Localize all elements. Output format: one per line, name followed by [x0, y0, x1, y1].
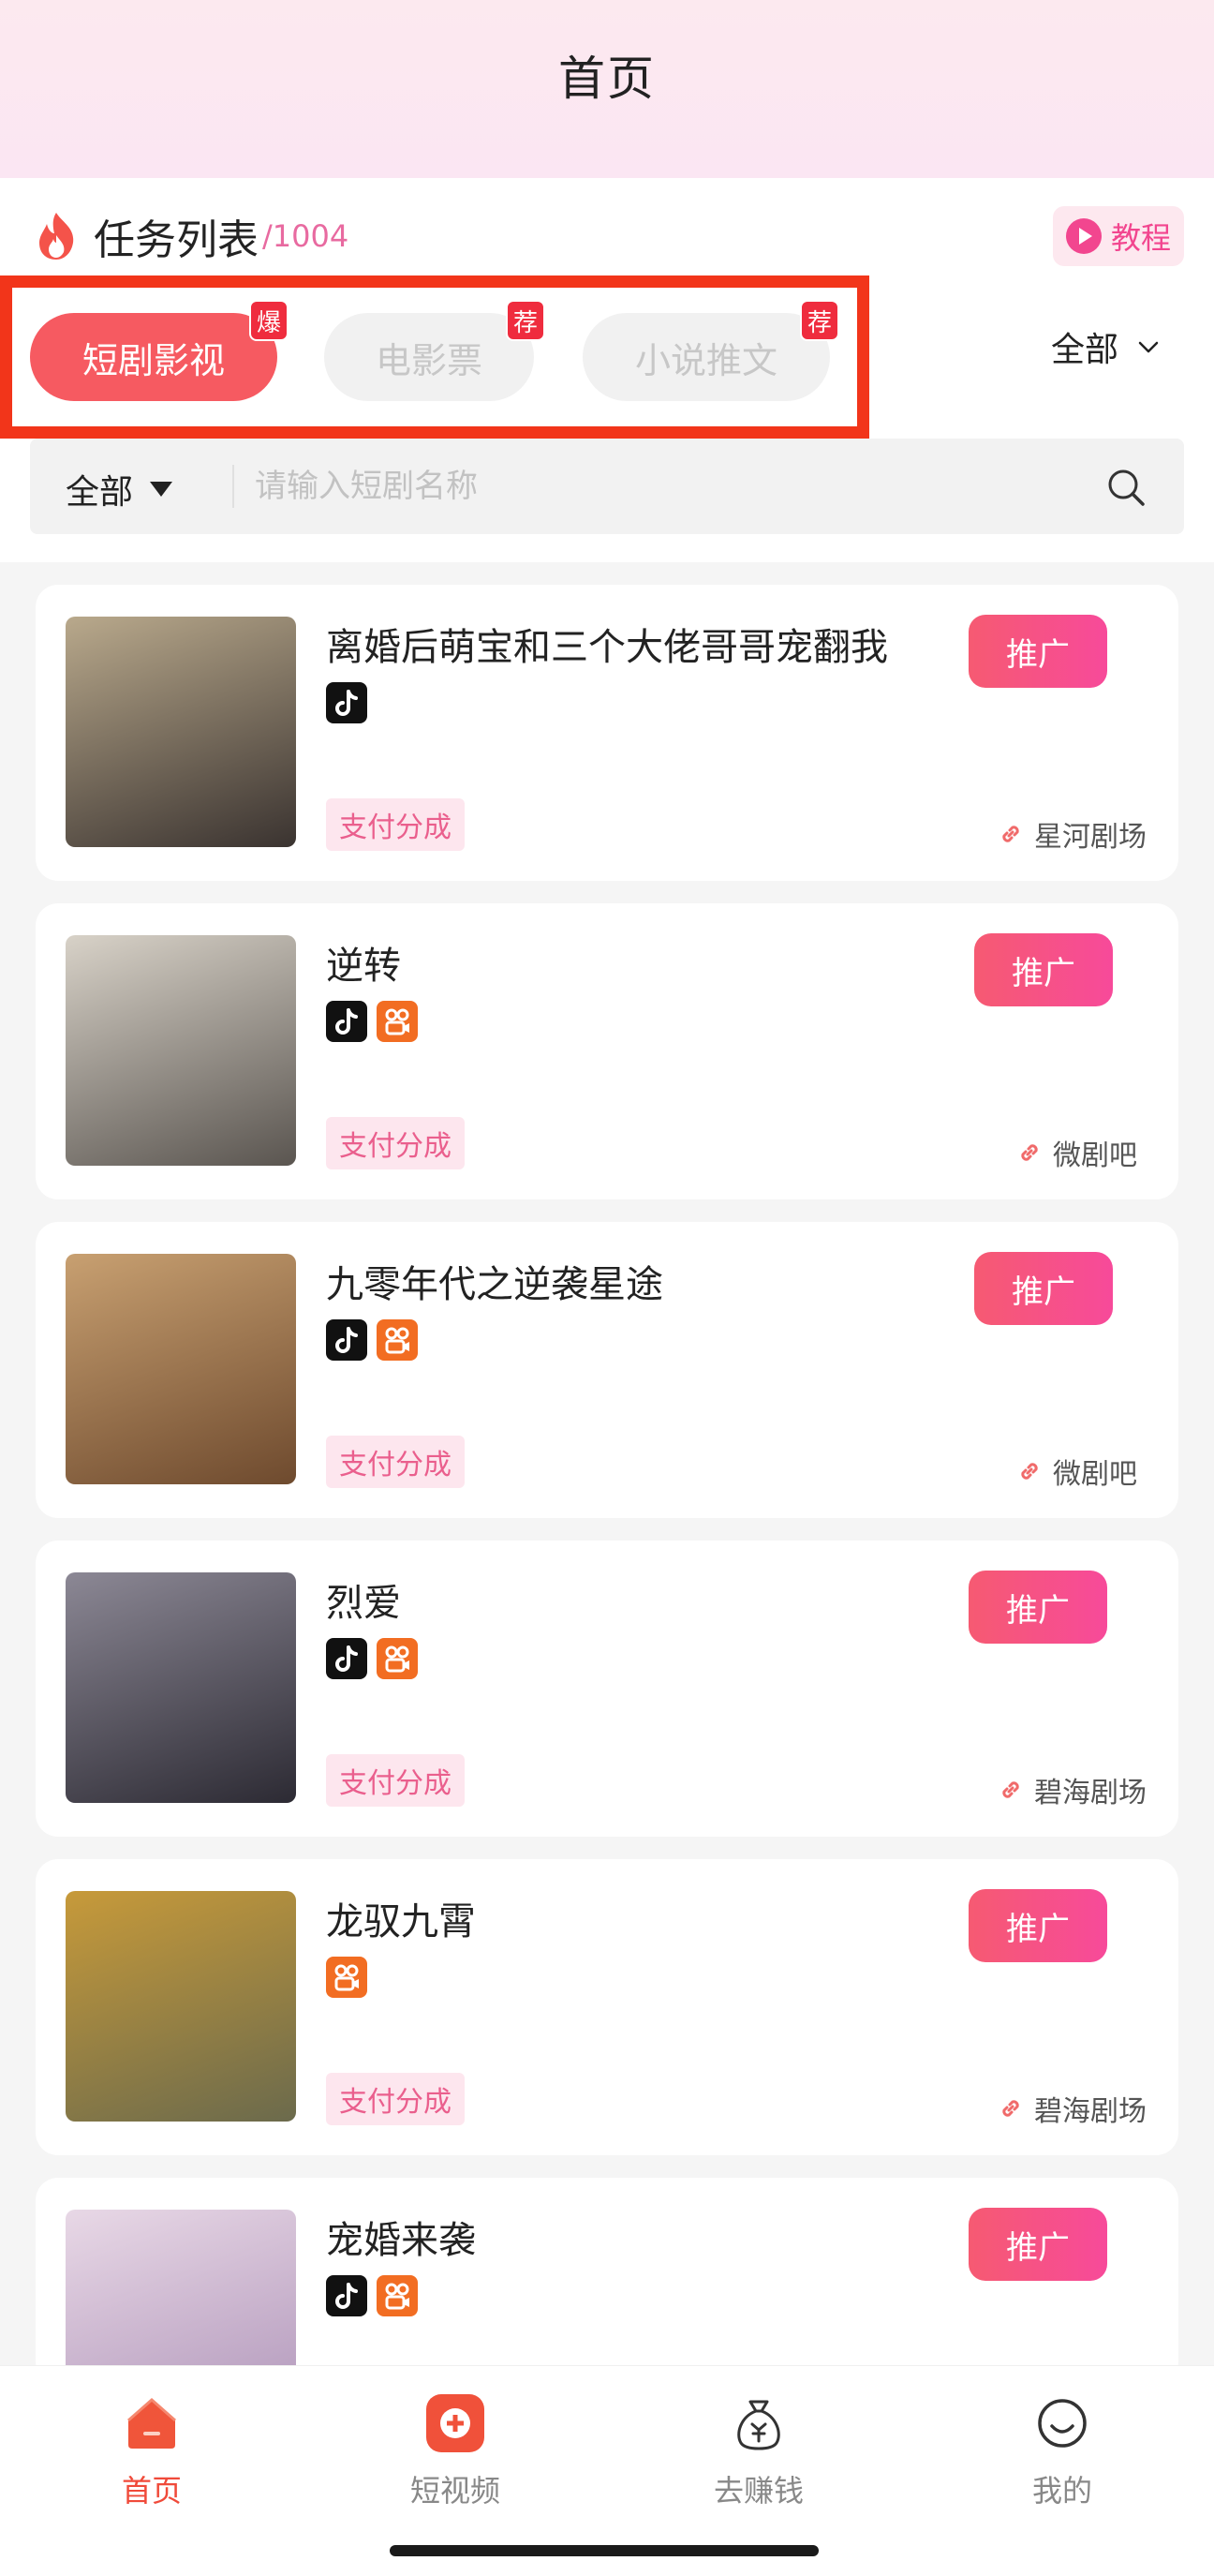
chevron-down-icon [1138, 341, 1159, 353]
kuaishou-icon [326, 1957, 367, 1998]
money-bag-icon [737, 2400, 780, 2450]
plus-icon [426, 2394, 484, 2452]
category-dropdown[interactable]: 全部 [1051, 322, 1160, 371]
nav-label: 去赚钱 [713, 2473, 804, 2509]
platform-icons [326, 1001, 418, 1042]
revenue-tag: 支付分成 [326, 1754, 465, 1807]
drama-poster[interactable] [66, 617, 296, 847]
promote-button[interactable]: 推广 [969, 2208, 1107, 2281]
drama-poster[interactable] [66, 2210, 296, 2384]
drama-card[interactable]: 宠婚来袭 推广 [36, 2178, 1178, 2384]
drama-poster[interactable] [66, 1891, 296, 2122]
source-link[interactable]: 微剧吧 [1015, 1451, 1137, 1492]
divider [232, 465, 234, 508]
revenue-tag: 支付分成 [326, 1436, 465, 1488]
nav-short-video[interactable]: 短视频 [362, 2392, 549, 2510]
search-filter-label: 全部 [66, 473, 134, 512]
home-indicator [390, 2545, 819, 2556]
drama-poster[interactable] [66, 1254, 296, 1484]
platform-icons [326, 682, 367, 723]
promote-button[interactable]: 推广 [974, 933, 1113, 1006]
search-input[interactable] [255, 457, 1079, 515]
source-link[interactable]: 星河剧场 [997, 813, 1147, 855]
revenue-tag: 支付分成 [326, 1117, 465, 1169]
task-list-heading: 任务列表 /1004 [34, 208, 348, 264]
source-link[interactable]: 碧海剧场 [997, 2088, 1147, 2129]
kuaishou-icon [377, 1638, 418, 1679]
drama-card[interactable]: 九零年代之逆袭星途支付分成 推广微剧吧 [36, 1222, 1178, 1518]
drama-title: 烈爱 [326, 1582, 401, 1625]
douyin-icon [326, 682, 367, 723]
platform-icons [326, 1638, 418, 1679]
revenue-tag: 支付分成 [326, 2073, 465, 2125]
douyin-icon [326, 2275, 367, 2316]
nav-home[interactable]: 首页 [58, 2392, 245, 2510]
link-icon [1021, 1144, 1038, 1161]
caret-down-icon [150, 482, 173, 497]
nav-label: 首页 [121, 2473, 182, 2509]
kuaishou-icon [377, 1001, 418, 1042]
promote-button[interactable]: 推广 [974, 1252, 1113, 1325]
source-name: 星河剧场 [1034, 821, 1147, 854]
nav-label: 短视频 [409, 2473, 500, 2509]
search-icon[interactable] [1105, 467, 1147, 508]
drama-card[interactable]: 龙驭九霄支付分成 推广碧海剧场 [36, 1859, 1178, 2155]
page-title: 首页 [558, 52, 656, 106]
smile-icon [1038, 2399, 1087, 2448]
link-icon [1021, 1463, 1038, 1480]
link-icon [1002, 826, 1019, 842]
source-link[interactable]: 碧海剧场 [997, 1769, 1147, 1810]
link-icon [1002, 2100, 1019, 2117]
home-icon [127, 2398, 176, 2449]
source-link[interactable]: 微剧吧 [1015, 1132, 1137, 1173]
task-list-title: 任务列表 [94, 216, 259, 264]
douyin-icon [326, 1319, 367, 1361]
douyin-icon [326, 1638, 367, 1679]
source-name: 微剧吧 [1053, 1458, 1137, 1491]
nav-label: 我的 [1031, 2473, 1092, 2509]
promote-button[interactable]: 推广 [969, 1571, 1107, 1644]
promote-button[interactable]: 推广 [969, 615, 1107, 688]
source-name: 碧海剧场 [1034, 2095, 1147, 2128]
drama-title: 离婚后萌宝和三个大佬哥哥宠翻我 [326, 626, 888, 669]
drama-title: 宠婚来袭 [326, 2219, 476, 2262]
search-filter-dropdown[interactable]: 全部 [66, 465, 173, 514]
nav-profile[interactable]: 我的 [969, 2392, 1156, 2510]
drama-card[interactable]: 逆转支付分成 推广微剧吧 [36, 903, 1178, 1199]
drama-title: 九零年代之逆袭星途 [326, 1263, 663, 1306]
drama-card[interactable]: 烈爱支付分成 推广碧海剧场 [36, 1541, 1178, 1837]
tutorial-button[interactable]: 教程 [1053, 206, 1184, 266]
promote-button[interactable]: 推广 [969, 1889, 1107, 1962]
search-bar: 全部 [30, 439, 1184, 534]
task-count: /1004 [262, 218, 349, 254]
drama-title: 龙驭九霄 [326, 1900, 476, 1943]
drama-poster[interactable] [66, 935, 296, 1166]
play-icon [1065, 218, 1102, 254]
douyin-icon [326, 1001, 367, 1042]
nav-earn-money[interactable]: 去赚钱 [665, 2392, 852, 2510]
header: 首页 [0, 0, 1214, 178]
platform-icons [326, 1957, 367, 1998]
source-name: 碧海剧场 [1034, 1777, 1147, 1809]
drama-card[interactable]: 离婚后萌宝和三个大佬哥哥宠翻我支付分成 推广星河剧场 [36, 585, 1178, 881]
fire-icon [39, 213, 74, 260]
revenue-tag: 支付分成 [326, 798, 465, 851]
kuaishou-icon [377, 2275, 418, 2316]
category-label: 全部 [1051, 331, 1119, 369]
drama-poster[interactable] [66, 1572, 296, 1803]
link-icon [1002, 1781, 1019, 1798]
tutorial-label: 教程 [1110, 220, 1171, 256]
kuaishou-icon [377, 1319, 418, 1361]
platform-icons [326, 2275, 418, 2316]
platform-icons [326, 1319, 418, 1361]
source-name: 微剧吧 [1053, 1139, 1137, 1172]
drama-title: 逆转 [326, 945, 401, 988]
tabs-highlight-frame [0, 275, 869, 439]
